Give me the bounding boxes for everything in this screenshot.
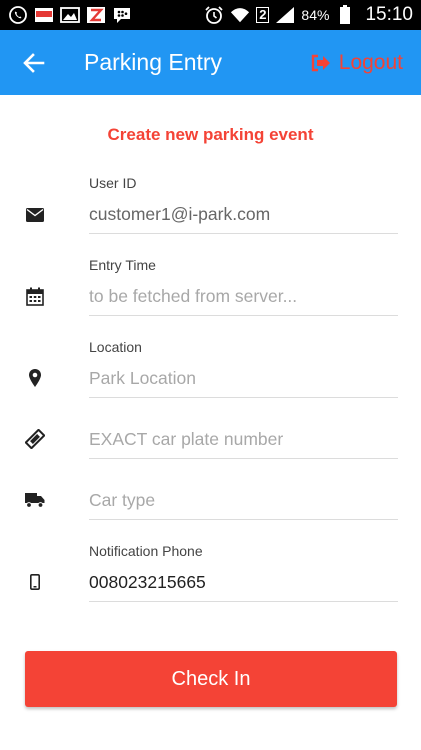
wifi-icon [230,5,250,25]
notification-icons [8,5,132,25]
user-id-label: User ID [89,175,137,191]
logout-button[interactable]: Logout [311,51,403,75]
location-field[interactable] [89,360,398,398]
gallery-icon [60,5,80,25]
calendar-icon [24,285,46,307]
sim-indicator: 2 [256,7,270,23]
battery-icon [335,5,355,25]
check-in-button[interactable]: Check In [25,651,397,707]
arrow-left-icon [23,52,45,73]
map-marker-icon [24,367,46,389]
entry-time-label: Entry Time [89,257,156,273]
alarm-icon [204,5,224,25]
envelope-icon [24,204,46,226]
back-button[interactable] [14,43,54,83]
status-bar: 2 84% 15:10 [0,0,421,30]
mobile-phone-icon [24,571,46,593]
battery-percent: 84% [301,7,330,23]
plate-number-field[interactable] [89,421,398,459]
user-id-field[interactable] [89,196,398,234]
phone-field[interactable] [89,564,398,602]
entry-time-field[interactable] [89,278,398,316]
whatsapp-icon [8,5,28,25]
form-heading: Create new parking event [107,125,314,144]
signal-icon [275,5,295,25]
page-title: Parking Entry [84,49,223,75]
app-bar: Parking Entry Logout [0,30,421,95]
parking-form: Create new parking event User ID Entry T… [0,95,421,750]
system-status: 2 84% 15:10 [204,4,413,26]
zenith-icon [86,5,106,25]
phone-label: Notification Phone [89,543,203,559]
clock: 15:10 [365,4,413,25]
sign-out-icon [311,54,330,71]
truck-icon [24,489,46,511]
bbm-icon [112,5,132,25]
location-label: Location [89,339,142,355]
app-notification-icon [34,5,54,25]
logout-label: Logout [338,50,403,74]
ticket-icon [24,428,46,450]
car-type-field[interactable] [89,482,398,520]
